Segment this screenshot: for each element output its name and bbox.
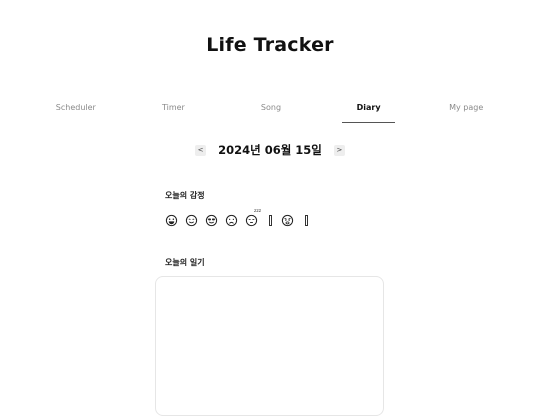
bar-icon[interactable] [305, 214, 308, 226]
tab-my-page[interactable]: My page [417, 101, 515, 123]
date-navigator: < 2024년 06월 15일 > [0, 142, 540, 158]
grinning-face-icon[interactable] [165, 214, 178, 227]
prev-date-button[interactable]: < [195, 144, 207, 156]
tab-diary[interactable]: Diary [320, 101, 418, 123]
tab-song[interactable]: Song [222, 101, 320, 123]
sleepy-face-icon[interactable]: zzz [245, 209, 261, 227]
tab-bar: Scheduler Timer Song Diary My page [27, 101, 515, 123]
tab-scheduler[interactable]: Scheduler [27, 101, 125, 123]
angry-face-icon[interactable] [281, 214, 294, 227]
bar-icon[interactable] [269, 214, 272, 226]
next-date-button[interactable]: > [333, 144, 345, 156]
sunglasses-face-icon[interactable] [205, 214, 218, 227]
smiling-face-icon[interactable] [185, 214, 198, 227]
diary-textarea[interactable] [155, 276, 384, 416]
diary-section-label: 오늘의 일기 [165, 258, 205, 267]
current-date: 2024년 06월 15일 [218, 143, 322, 157]
sad-face-icon[interactable] [225, 214, 238, 227]
app-title: Life Tracker [206, 34, 334, 56]
sleep-zzz-mark: zzz [254, 208, 262, 214]
emotion-section-label: 오늘의 감정 [165, 191, 205, 200]
tab-timer[interactable]: Timer [125, 101, 223, 123]
emotion-picker: zzz [165, 209, 317, 228]
